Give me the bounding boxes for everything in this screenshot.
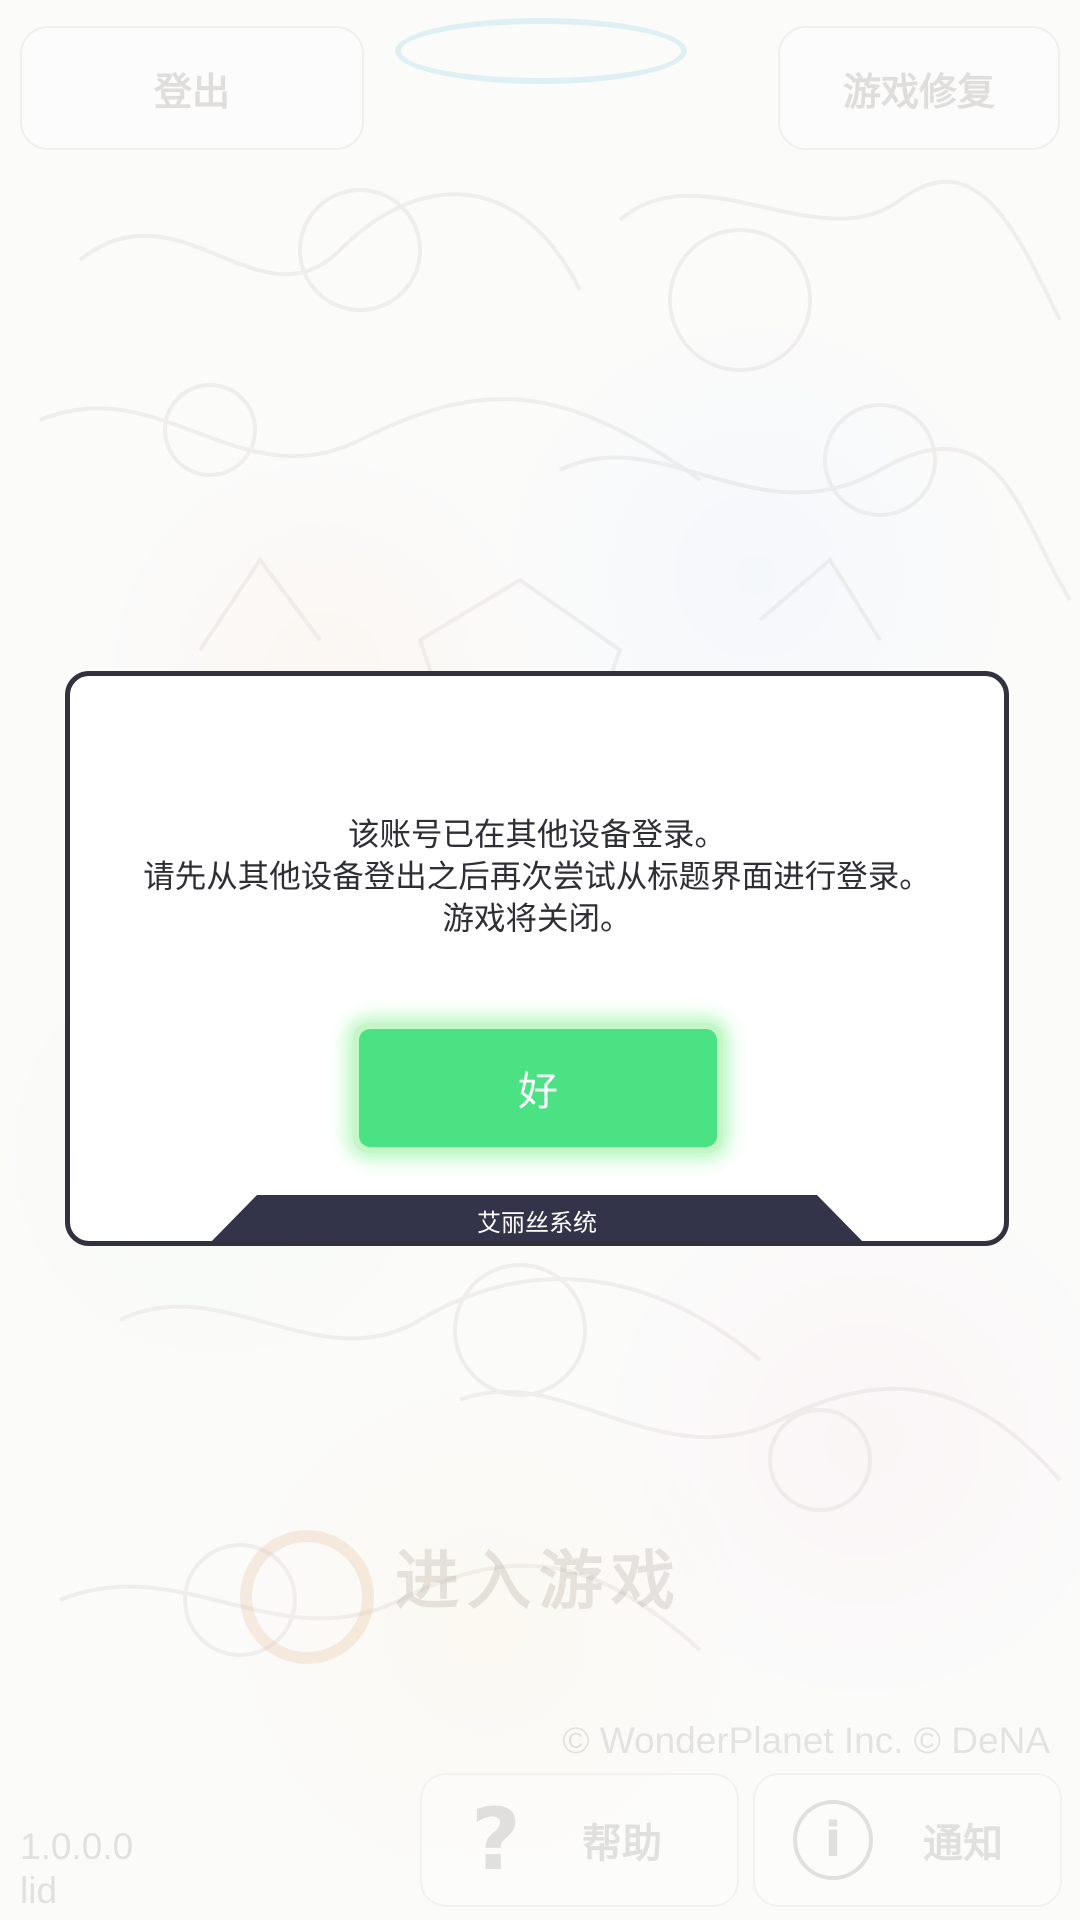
notice-label: 通知 bbox=[923, 1821, 1003, 1867]
question-mark-icon: ? bbox=[471, 1790, 521, 1890]
dialog-message-line: 该账号已在其他设备登录。 bbox=[347, 817, 726, 853]
enter-game-emblem bbox=[240, 1530, 374, 1664]
version-id: lid bbox=[20, 1870, 58, 1911]
game-repair-button[interactable]: 游戏修复 bbox=[780, 28, 1058, 148]
help-label: 帮助 bbox=[582, 1821, 662, 1867]
enter-game-label: 进入游戏 bbox=[395, 1545, 683, 1619]
logout-label: 登出 bbox=[153, 69, 230, 114]
dialog-message-line: 游戏将关闭。 bbox=[442, 901, 632, 937]
info-icon: i bbox=[793, 1800, 873, 1880]
dialog-footer: 艾丽丝系统 bbox=[207, 1195, 867, 1241]
help-button[interactable]: ? 帮助 bbox=[422, 1775, 737, 1905]
dialog-message: 该账号已在其他设备登录。 请先从其他设备登出之后再次尝试从标题界面进行登录。 游… bbox=[70, 814, 1004, 940]
alert-dialog: 该账号已在其他设备登录。 请先从其他设备登出之后再次尝试从标题界面进行登录。 游… bbox=[65, 671, 1009, 1246]
dialog-message-line: 请先从其他设备登出之后再次尝试从标题界面进行登录。 bbox=[143, 859, 931, 895]
version-number: 1.0.0.0 bbox=[20, 1826, 134, 1867]
logout-button[interactable]: 登出 bbox=[22, 28, 362, 148]
ok-button[interactable]: 好 bbox=[359, 1029, 717, 1147]
version-info: 1.0.0.0 lid bbox=[20, 1825, 133, 1913]
ok-button-glow: 好 bbox=[353, 1023, 723, 1153]
notice-button[interactable]: i 通知 bbox=[755, 1775, 1060, 1905]
game-repair-label: 游戏修复 bbox=[842, 69, 995, 114]
game-logo bbox=[395, 18, 687, 84]
system-name-label: 艾丽丝系统 bbox=[477, 1209, 597, 1237]
copyright-text: © WonderPlanet Inc. © DeNA bbox=[562, 1720, 1050, 1761]
